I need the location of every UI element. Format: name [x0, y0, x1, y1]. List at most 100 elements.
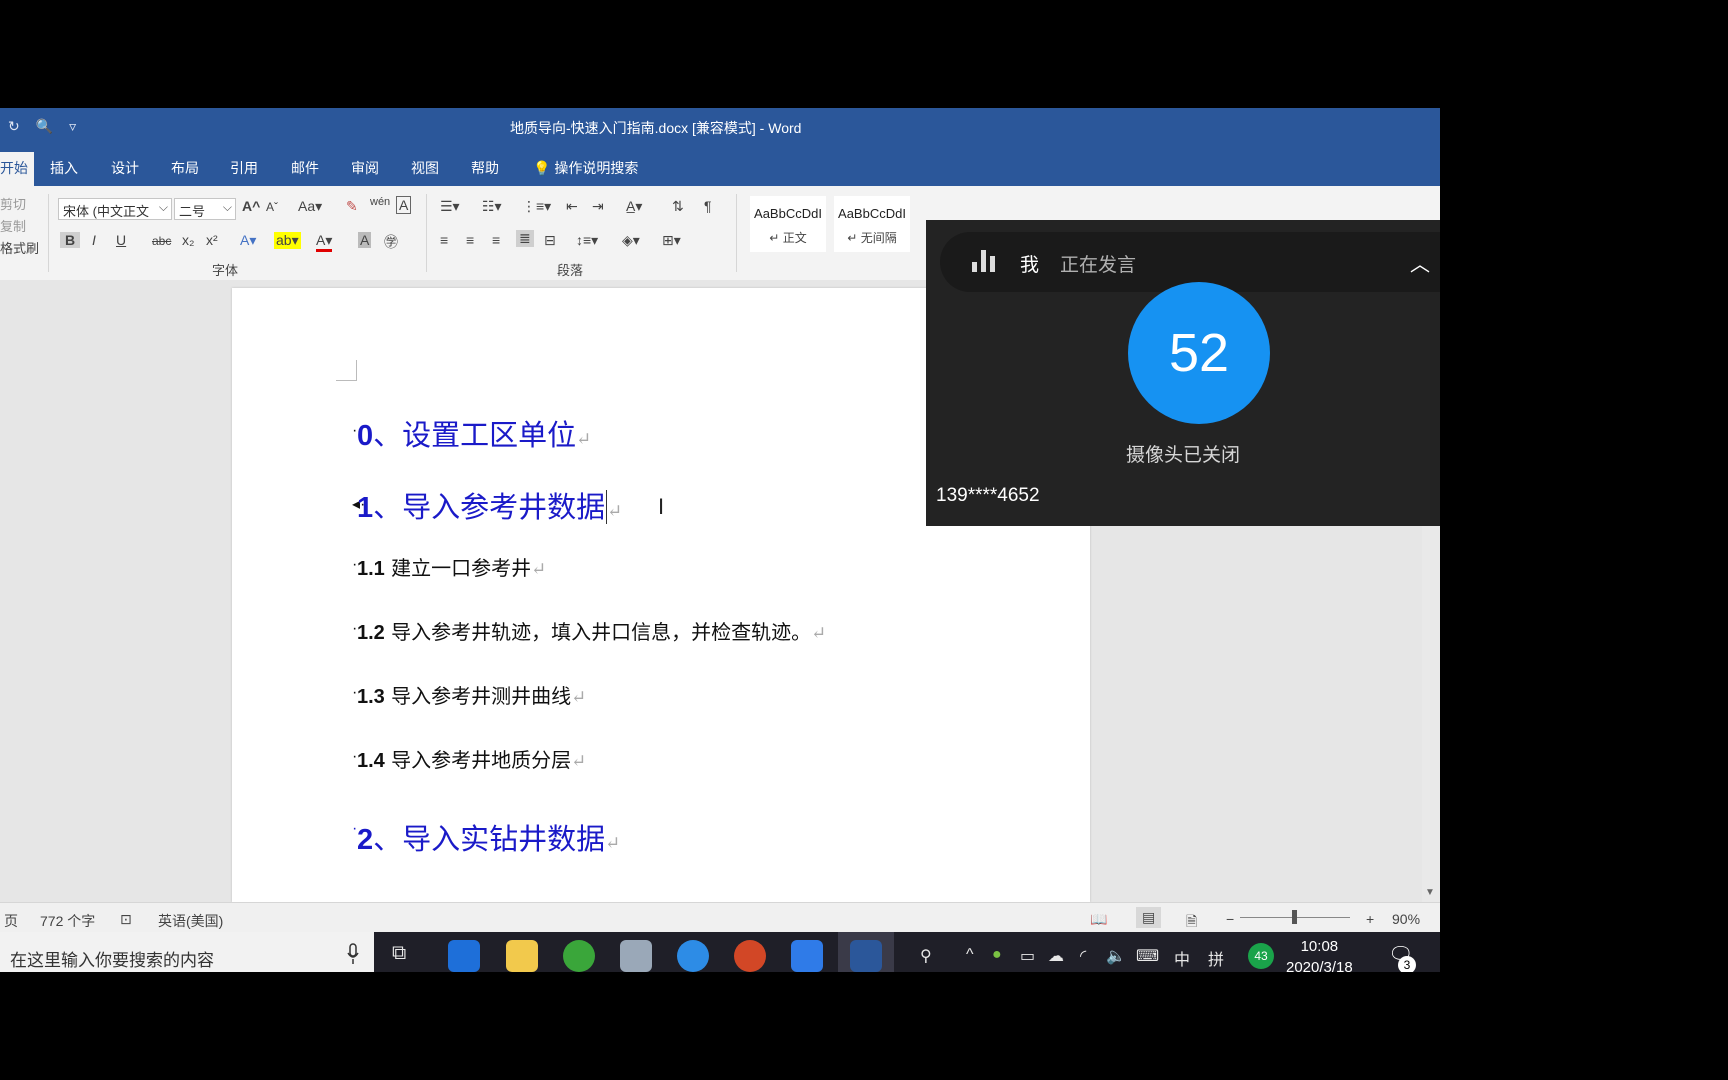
copy-button[interactable]: 复制 [0, 216, 26, 235]
text-effects-icon[interactable]: A▾ [240, 232, 256, 249]
keyboard-icon[interactable]: ⌨ [1136, 946, 1159, 966]
highlight-icon[interactable]: ab▾ [274, 232, 301, 249]
lightbulb-icon: 💡 [533, 160, 551, 176]
subheading-1-4[interactable]: 1.4 导入参考井地质分层↵ [357, 744, 586, 773]
char-border-icon[interactable]: A [396, 196, 412, 214]
tab-view[interactable]: 视图 [411, 158, 439, 178]
subheading-1-3[interactable]: 1.3 导入参考井测井曲线↵ [357, 680, 586, 709]
meeting-video-panel[interactable]: 我 正在发言 ︿ 52 摄像头已关闭 139****4652 [926, 220, 1440, 526]
line-spacing-icon[interactable]: ↕≡▾ [576, 232, 598, 249]
phonetic-guide-icon[interactable]: wén [370, 196, 390, 208]
wifi-icon[interactable]: ◜ [1080, 946, 1086, 966]
borders-icon[interactable]: ⊞▾ [662, 232, 681, 249]
strikethrough-button[interactable]: abc [152, 234, 171, 248]
zoom-out-button[interactable]: − [1226, 911, 1234, 927]
decrease-indent-icon[interactable]: ⇤ [566, 198, 578, 215]
taskbar-search[interactable]: 在这里输入你要搜索的内容 [0, 932, 374, 972]
distributed-icon[interactable]: ⊟ [544, 232, 556, 249]
browser-360-icon[interactable] [563, 940, 595, 972]
word-count[interactable]: 772 个字 [40, 911, 95, 931]
align-left-icon[interactable]: ≡ [440, 232, 448, 248]
zoom-in-button[interactable]: + [1366, 911, 1374, 927]
sort-icon[interactable]: ⇅ [672, 198, 684, 215]
clear-formatting-icon[interactable]: ✎ [346, 198, 358, 215]
italic-button[interactable]: I [92, 232, 96, 248]
tab-design[interactable]: 设计 [111, 158, 139, 178]
edge-icon[interactable] [448, 940, 480, 972]
grow-font-button[interactable]: A^ [242, 198, 260, 214]
people-icon[interactable]: ⚲ [920, 946, 932, 966]
language-indicator[interactable]: 英语(美国) [158, 911, 223, 931]
redo-icon[interactable]: ↻ [8, 118, 20, 135]
multilevel-list-icon[interactable]: ⋮≡▾ [522, 198, 551, 215]
ime-mode[interactable]: 中 [1174, 946, 1190, 970]
microphone-icon[interactable] [346, 943, 360, 965]
tab-references[interactable]: 引用 [230, 158, 258, 178]
app-icon[interactable] [620, 940, 652, 972]
subscript-button[interactable]: x₂ [182, 232, 194, 248]
tab-home[interactable]: 开始 [0, 152, 34, 186]
read-mode-icon[interactable]: 📖 [1090, 911, 1107, 928]
scroll-down-icon[interactable]: ▼ [1425, 887, 1435, 898]
chevron-up-icon[interactable]: ^ [966, 946, 974, 964]
collapse-chevron-icon[interactable]: ︿ [1410, 248, 1430, 277]
font-size-combo[interactable]: 二号 ⌵ [174, 198, 236, 220]
heading-2[interactable]: 2、导入实钻井数据↵ [357, 816, 620, 858]
zoom-level[interactable]: 90% [1392, 911, 1420, 927]
show-marks-icon[interactable]: ¶ [704, 198, 712, 214]
word-icon[interactable] [850, 940, 882, 972]
clock[interactable]: 10:08 2020/3/18 [1286, 936, 1353, 972]
onedrive-icon[interactable]: ☁ [1048, 946, 1064, 966]
cut-button[interactable]: 剪切 [0, 194, 26, 213]
print-layout-icon[interactable]: ▤ [1136, 907, 1162, 928]
tab-mailings[interactable]: 邮件 [291, 158, 319, 178]
font-color-icon[interactable]: A▾ [316, 232, 333, 252]
align-center-icon[interactable]: ≡ [466, 232, 474, 248]
meeting-app-icon[interactable] [791, 940, 823, 972]
file-explorer-icon[interactable] [506, 940, 538, 972]
heading-1[interactable]: 1、导入参考井数据 ↵ [357, 484, 622, 526]
tell-me-search[interactable]: 💡 操作说明搜索 [533, 158, 638, 178]
font-name-combo[interactable]: 宋体 (中文正文 ⌵ [58, 198, 172, 220]
enclose-char-icon[interactable]: ㊫ [384, 232, 398, 252]
char-shading-icon[interactable]: A [358, 232, 372, 248]
underline-button[interactable]: U [116, 232, 126, 248]
participant-phone: 139****4652 [936, 485, 1040, 506]
heading-0[interactable]: 0、设置工区单位↵ [357, 412, 591, 454]
subheading-1-1[interactable]: 1.1 建立一口参考井↵ [357, 552, 546, 581]
change-case-button[interactable]: Aa▾ [298, 198, 322, 215]
word-window: ↻ 🔍 ▿ 地质导向-快速入门指南.docx [兼容模式] - Word 开始 … [0, 108, 1440, 972]
tray-app-icon[interactable]: ● [992, 946, 1002, 964]
volume-icon[interactable]: 🔈 [1106, 946, 1126, 966]
page-indicator[interactable]: 页 [4, 911, 18, 931]
customize-qat-icon[interactable]: ▿ [69, 118, 76, 135]
bold-button[interactable]: B [60, 232, 81, 248]
align-right-icon[interactable]: ≡ [492, 232, 500, 248]
powerpoint-icon[interactable] [734, 940, 766, 972]
print-preview-icon[interactable]: 🔍 [36, 118, 53, 135]
shading-icon[interactable]: ◈▾ [622, 232, 640, 249]
tab-insert[interactable]: 插入 [50, 158, 78, 178]
feishu-icon[interactable] [677, 940, 709, 972]
numbering-icon[interactable]: ☷▾ [482, 198, 502, 215]
tab-review[interactable]: 审阅 [351, 158, 379, 178]
ime-pinyin[interactable]: 拼 [1208, 946, 1224, 970]
asian-layout-icon[interactable]: A̲▾ [626, 198, 642, 215]
shrink-font-button[interactable]: Aˇ [266, 200, 278, 214]
increase-indent-icon[interactable]: ⇥ [592, 198, 604, 215]
format-painter-button[interactable]: 格式刷 [0, 238, 39, 257]
tab-layout[interactable]: 布局 [171, 158, 199, 178]
ribbon-separator [426, 194, 427, 272]
tray-badge[interactable]: 43 [1248, 943, 1274, 969]
superscript-button[interactable]: x² [206, 232, 218, 248]
proofing-icon[interactable]: ⊡ [120, 911, 132, 928]
subheading-1-2[interactable]: 1.2 导入参考井轨迹，填入井口信息，并检查轨迹。↵ [357, 616, 826, 645]
bullets-icon[interactable]: ☰▾ [440, 198, 460, 215]
style-normal[interactable]: AaBbCcDdI ↵ 正文 [750, 196, 826, 252]
tray-device-icon[interactable]: ▭ [1020, 946, 1035, 966]
task-view-icon[interactable]: ⧉ [392, 942, 406, 965]
zoom-slider-thumb[interactable] [1292, 910, 1297, 924]
tab-help[interactable]: 帮助 [471, 158, 499, 178]
justify-icon[interactable]: ≣ [516, 230, 534, 247]
style-no-spacing[interactable]: AaBbCcDdI ↵ 无间隔 [834, 196, 910, 252]
